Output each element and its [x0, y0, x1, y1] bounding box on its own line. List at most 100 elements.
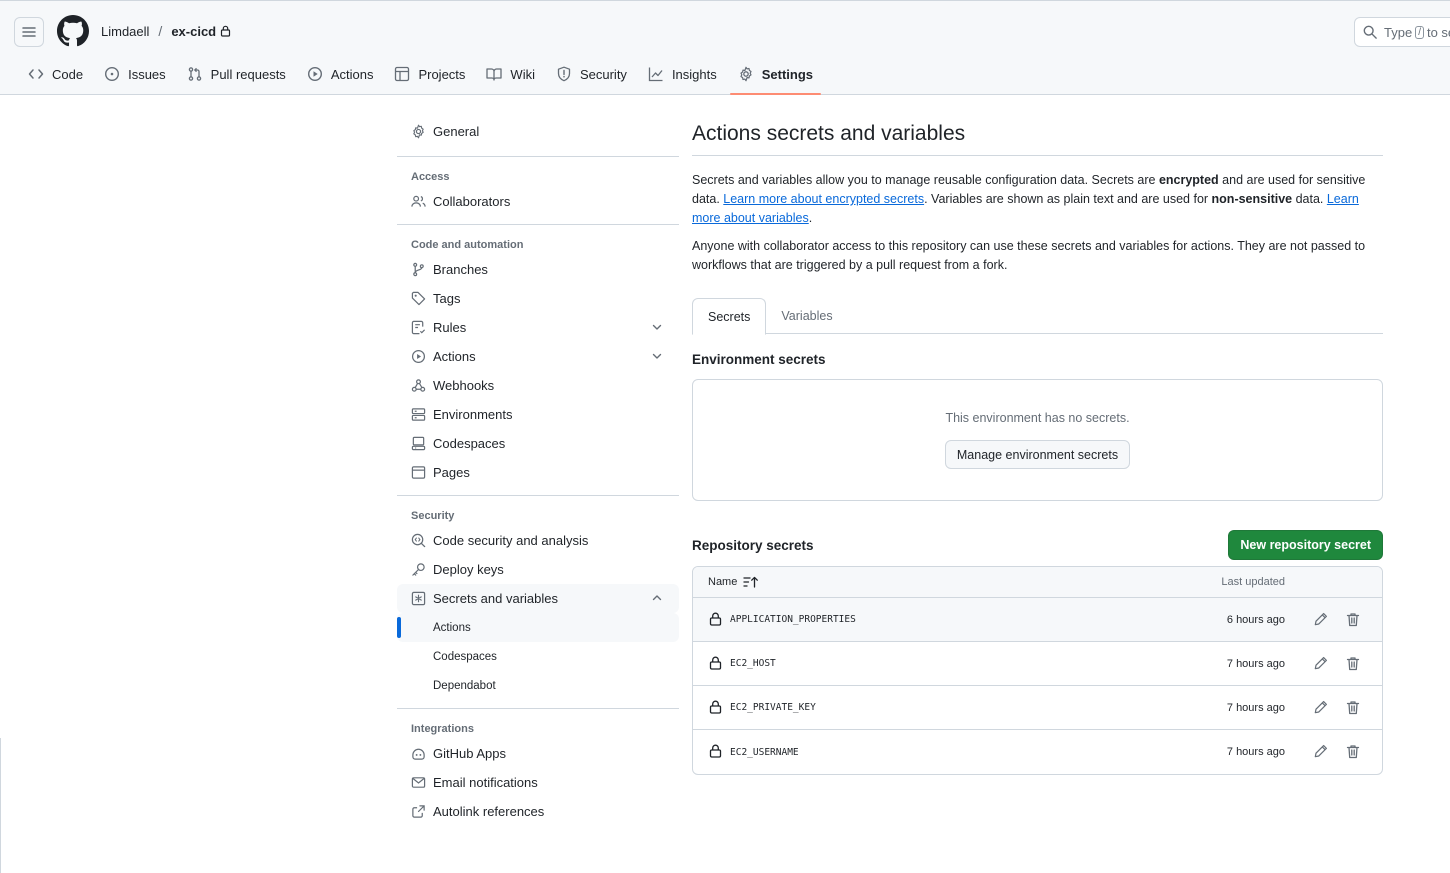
page-title: Actions secrets and variables — [692, 114, 1383, 156]
private-lock-icon — [221, 25, 231, 37]
sidebar-subitem-actions[interactable]: Actions — [397, 613, 679, 642]
sidebar-item-label: Code security and analysis — [433, 533, 589, 548]
tab-insights[interactable]: Insights — [640, 57, 725, 91]
tab-code[interactable]: Code — [20, 57, 91, 91]
gear-icon — [413, 124, 424, 138]
secret-name: EC2_USERNAME — [730, 746, 799, 758]
sidebar-item-webhooks[interactable]: Webhooks — [397, 371, 679, 400]
lock-icon — [709, 744, 722, 758]
tab-code-label: Code — [52, 66, 84, 82]
table-icon — [395, 66, 410, 82]
tab-issues-label: Issues — [128, 66, 166, 82]
lock-icon — [709, 700, 722, 714]
lock-icon — [709, 656, 722, 670]
sidebar-item-label: Actions — [433, 349, 476, 364]
pull-request-icon — [188, 67, 201, 81]
sidebar-heading-security: Security — [411, 510, 455, 522]
empty-state-text: This environment has no secrets. — [945, 411, 1130, 425]
pencil-icon[interactable] — [1314, 700, 1328, 714]
access-paragraph: Anyone with collaborator access to this … — [692, 239, 1366, 272]
repo-nav: Code Issues Pull requests Actions Projec… — [20, 57, 826, 95]
sidebar-subitem-codespaces[interactable]: Codespaces — [397, 642, 679, 671]
key-icon — [412, 563, 425, 576]
sidebar-item-email-notifications[interactable]: Email notifications — [397, 768, 679, 797]
manage-environment-secrets-button[interactable]: Manage environment secrets — [944, 440, 1131, 469]
graph-icon — [648, 67, 663, 82]
chevron-down-icon[interactable] — [651, 321, 663, 333]
name-column-header[interactable]: Name — [708, 576, 759, 588]
chevron-down-icon[interactable] — [651, 350, 663, 362]
sidebar-item-pages[interactable]: Pages — [397, 458, 679, 487]
sidebar-item-environments[interactable]: Environments — [397, 400, 679, 429]
trash-icon[interactable] — [1346, 612, 1360, 627]
tab-actions[interactable]: Actions — [299, 57, 382, 91]
intro-text: . Variables are shown as plain text and … — [924, 192, 1212, 206]
sidebar-item-codespaces[interactable]: Codespaces — [397, 429, 679, 458]
tab-wiki[interactable]: Wiki — [478, 57, 543, 91]
new-repository-secret-button[interactable]: New repository secret — [1228, 530, 1383, 560]
sidebar-item-autolink-references[interactable]: Autolink references — [397, 797, 679, 826]
settings-sidebar: General Access Collaborators Code and au… — [397, 114, 679, 826]
tab-pull-requests[interactable]: Pull requests — [179, 57, 294, 91]
app-header: Limdaell / ex-cicd Type / to se Code Iss… — [0, 0, 1450, 95]
pencil-icon[interactable] — [1314, 656, 1328, 670]
pencil-icon[interactable] — [1314, 612, 1328, 626]
search-input[interactable]: Type / to se — [1354, 17, 1450, 47]
intro-text: . — [808, 211, 813, 225]
codespaces-icon — [411, 436, 426, 451]
tab-insights-label: Insights — [671, 66, 717, 82]
secret-updated: 6 hours ago — [1226, 613, 1285, 626]
sidebar-subitem-dependabot[interactable]: Dependabot — [397, 671, 679, 700]
sidebar-item-label: Autolink references — [433, 804, 545, 819]
trash-icon[interactable] — [1346, 700, 1360, 715]
trash-icon[interactable] — [1346, 656, 1360, 671]
tab-projects[interactable]: Projects — [386, 57, 473, 91]
tab-wiki-label: Wiki — [510, 66, 535, 82]
sidebar-item-label: Rules — [433, 320, 467, 335]
tab-security[interactable]: Security — [548, 57, 635, 91]
sort-ascending-icon — [743, 576, 759, 588]
github-mark-icon — [57, 15, 89, 47]
sidebar-item-github-apps[interactable]: GitHub Apps — [397, 739, 679, 768]
sidebar-item-tags[interactable]: Tags — [397, 284, 679, 313]
menu-button[interactable] — [14, 17, 44, 47]
sidebar-item-branches[interactable]: Branches — [397, 255, 679, 284]
secret-name: EC2_HOST — [730, 658, 776, 669]
search-shortcut-key: / — [1415, 25, 1424, 39]
codescan-icon — [411, 533, 426, 548]
tab-issues[interactable]: Issues — [96, 57, 174, 91]
sidebar-item-deploy-keys[interactable]: Deploy keys — [397, 555, 679, 584]
secret-name: EC2_PRIVATE_KEY — [730, 702, 816, 713]
sidebar-heading-code: Code and automation — [411, 239, 524, 251]
breadcrumb: Limdaell / ex-cicd — [101, 23, 231, 39]
sidebar-item-rules[interactable]: Rules — [397, 313, 679, 342]
book-icon — [486, 68, 503, 81]
owner-link[interactable]: Limdaell — [101, 24, 149, 39]
pencil-icon[interactable] — [1314, 744, 1328, 758]
secret-name: APPLICATION_PROPERTIES — [730, 614, 856, 625]
lock-icon — [709, 612, 722, 626]
tab-settings[interactable]: Settings — [729, 57, 822, 95]
tab-secrets[interactable]: Secrets — [692, 298, 767, 335]
secrets-tabs: Secrets Variables — [692, 298, 1383, 335]
sidebar-item-actions[interactable]: Actions — [397, 342, 679, 371]
chevron-up-icon[interactable] — [651, 592, 663, 604]
sidebar-item-label: GitHub Apps — [433, 746, 506, 761]
sidebar-item-label: Email notifications — [433, 775, 538, 790]
sidebar-heading-access: Access — [411, 171, 450, 183]
sidebar-item-collaborators[interactable]: Collaborators — [397, 187, 679, 216]
sidebar-item-label: Environments — [433, 407, 513, 422]
repo-link[interactable]: ex-cicd — [171, 24, 216, 39]
github-logo[interactable] — [57, 15, 89, 47]
tab-variables[interactable]: Variables — [766, 298, 847, 334]
sidebar-item-label: Codespaces — [433, 436, 506, 451]
table-header: Name Last updated — [693, 567, 1382, 598]
play-icon — [307, 66, 322, 82]
sidebar-item-code-security[interactable]: Code security and analysis — [397, 526, 679, 555]
table-row: EC2_HOST 7 hours ago — [693, 642, 1382, 686]
learn-more-secrets-link[interactable]: Learn more about encrypted secrets — [723, 192, 924, 206]
sidebar-item-secrets-and-variables[interactable]: Secrets and variables — [397, 584, 679, 613]
trash-icon[interactable] — [1346, 744, 1360, 759]
sidebar-item-general[interactable]: General — [397, 114, 679, 148]
apps-icon — [412, 748, 425, 760]
